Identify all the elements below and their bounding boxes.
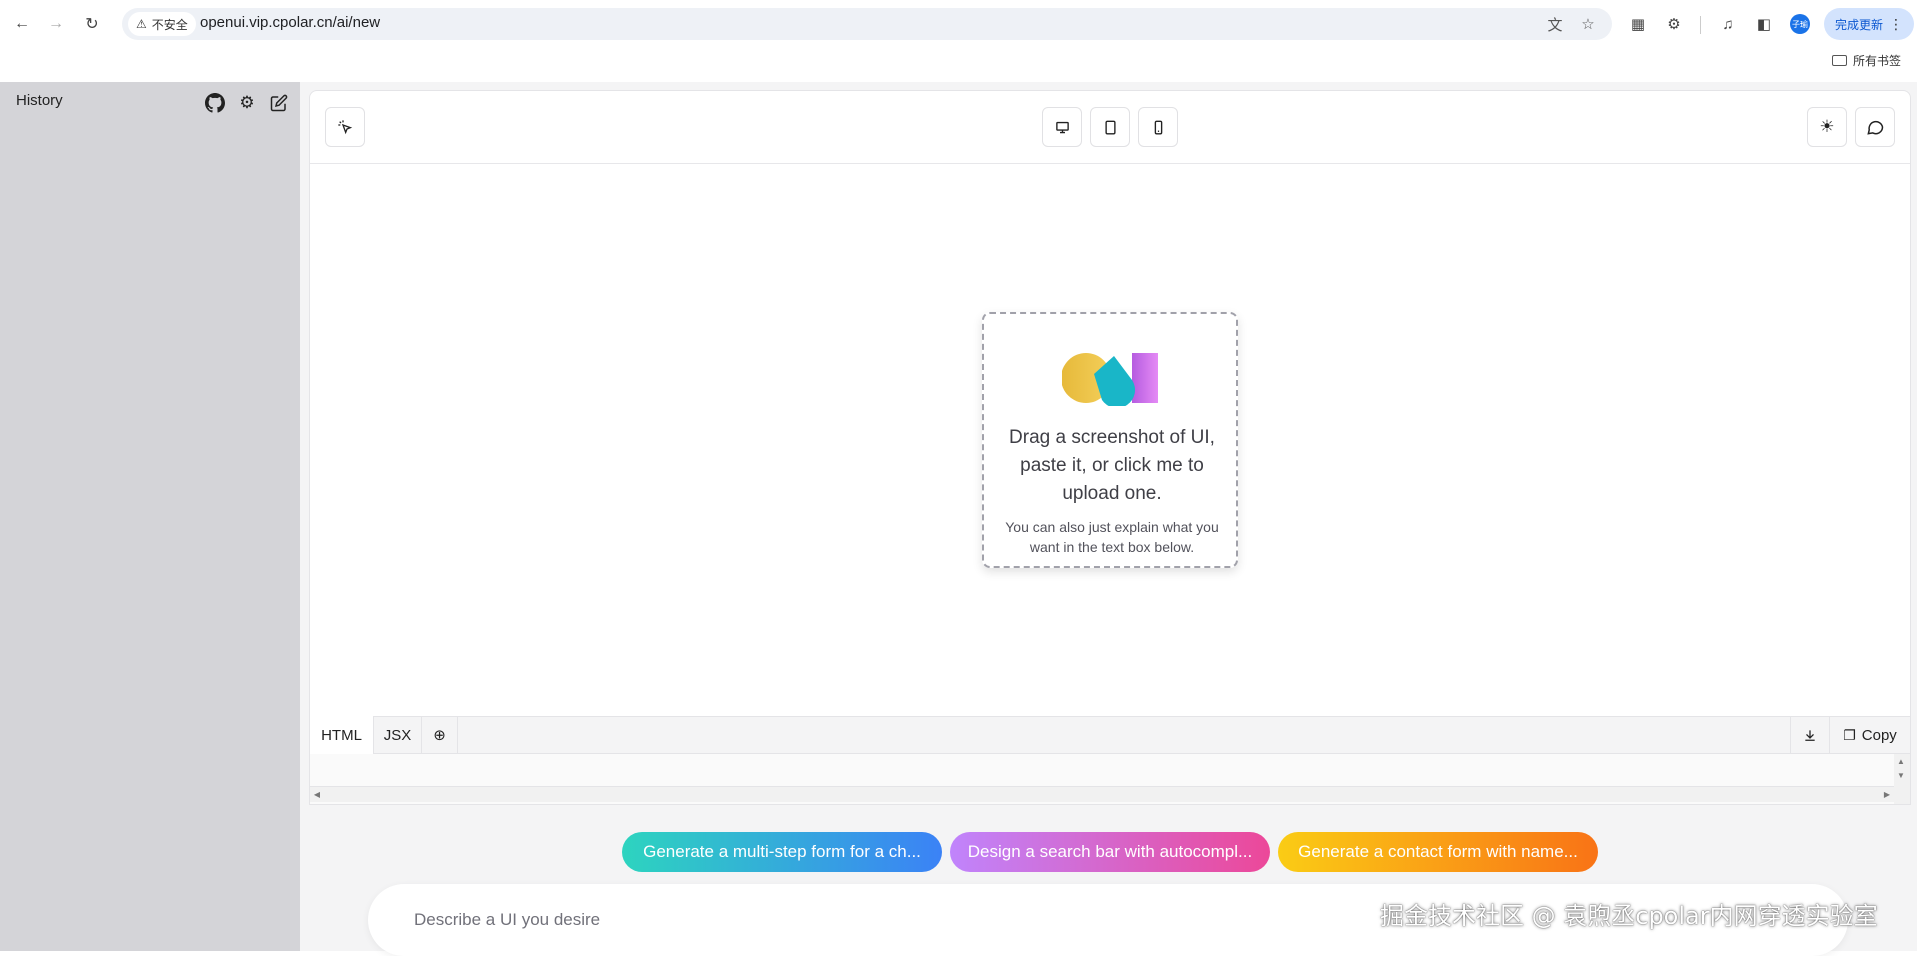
- forward-button[interactable]: →: [42, 10, 70, 38]
- copy-label: Copy: [1861, 726, 1897, 744]
- copy-button[interactable]: ❐ Copy: [1830, 716, 1910, 754]
- url-text[interactable]: openui.vip.cpolar.cn/ai/new: [200, 14, 380, 31]
- new-chat-button[interactable]: [268, 92, 290, 114]
- store-icon: ▦: [1630, 16, 1646, 33]
- history-title: History: [16, 92, 63, 109]
- select-element-button[interactable]: [325, 107, 365, 147]
- side-panel-icon: ◧: [1756, 16, 1772, 33]
- cursor-click-icon: [338, 120, 353, 135]
- desktop-view-button[interactable]: [1042, 107, 1082, 147]
- bookmark-star-button[interactable]: ☆: [1578, 14, 1598, 34]
- github-button[interactable]: [204, 92, 226, 114]
- theme-toggle-button[interactable]: ☀: [1807, 107, 1847, 147]
- watermark: 掘金技术社区 @ 袁煦丞cpolar内网穿透实验室: [1380, 902, 1878, 930]
- bookmarks-label: 所有书签: [1853, 54, 1902, 68]
- tab-jsx[interactable]: JSX: [374, 716, 422, 754]
- scroll-up-icon[interactable]: ▲: [1894, 754, 1908, 768]
- suggestion-chip-contact-form[interactable]: Generate a contact form with name...: [1278, 832, 1598, 872]
- mobile-icon: [1154, 120, 1162, 134]
- scroll-right-icon[interactable]: ▶: [1880, 787, 1894, 801]
- upload-title: Drag a screenshot of UI, paste it, or cl…: [1009, 427, 1215, 504]
- toolbar-divider: [1700, 16, 1701, 34]
- desktop-icon: [1055, 121, 1069, 133]
- more-vertical-icon: ⋮: [1889, 15, 1903, 32]
- vertical-scrollbar[interactable]: ▲ ▼: [1894, 754, 1910, 804]
- upload-subtitle: You can also just explain what you want …: [1005, 519, 1219, 555]
- chat-button[interactable]: [1855, 107, 1895, 147]
- back-button[interactable]: ←: [8, 10, 36, 38]
- github-icon: [205, 93, 225, 113]
- horizontal-scrollbar[interactable]: ◀ ▶: [310, 786, 1894, 802]
- reload-icon: ↻: [85, 16, 99, 33]
- gear-icon: ⚙: [239, 93, 255, 112]
- chat-bubble-icon: [1867, 120, 1884, 135]
- scroll-down-icon[interactable]: ▼: [1894, 768, 1908, 782]
- tablet-icon: [1104, 120, 1116, 134]
- download-button[interactable]: [1790, 716, 1830, 754]
- update-button[interactable]: 完成更新 ⋮: [1824, 8, 1914, 40]
- security-indicator[interactable]: ⚠ 不安全: [128, 12, 196, 36]
- sun-icon: ☀: [1819, 117, 1835, 136]
- media-controls-button[interactable]: ♫: [1716, 12, 1740, 36]
- warning-icon: ⚠: [136, 17, 147, 31]
- profile-avatar[interactable]: 子瑜: [1790, 14, 1810, 34]
- suggestion-chip-multistep-form[interactable]: Generate a multi-step form for a ch...: [622, 832, 942, 872]
- copy-icon: ❐: [1843, 726, 1856, 743]
- plus-circle-icon: ⊕: [433, 727, 446, 744]
- security-label: 不安全: [151, 17, 188, 32]
- extensions-button[interactable]: ⚙: [1662, 12, 1686, 36]
- update-label: 完成更新: [1834, 17, 1883, 32]
- download-icon: [1805, 730, 1815, 741]
- edit-icon: [270, 94, 288, 112]
- reload-button[interactable]: ↻: [78, 10, 106, 38]
- arrow-right-icon: →: [48, 15, 64, 32]
- upload-dropzone[interactable]: Drag a screenshot of UI, paste it, or cl…: [982, 312, 1238, 568]
- translate-button[interactable]: 文: [1545, 14, 1565, 34]
- scroll-left-icon[interactable]: ◀: [310, 787, 324, 801]
- code-tab-bar: [310, 716, 1910, 754]
- side-panel-button[interactable]: ◧: [1752, 12, 1776, 36]
- sidebar: [0, 82, 300, 951]
- suggestion-chip-search-bar[interactable]: Design a search bar with autocompl...: [950, 832, 1270, 872]
- music-queue-icon: ♫: [1722, 15, 1734, 33]
- toolbar-divider: [310, 163, 1910, 164]
- translate-icon: 文: [1547, 16, 1563, 34]
- all-bookmarks-button[interactable]: 所有书签: [1832, 52, 1901, 69]
- arrow-left-icon: ←: [14, 15, 30, 32]
- puzzle-icon: ⚙: [1667, 16, 1681, 33]
- tablet-view-button[interactable]: [1090, 107, 1130, 147]
- settings-button[interactable]: ⚙: [236, 92, 258, 114]
- folder-icon: [1832, 55, 1847, 66]
- mobile-view-button[interactable]: [1138, 107, 1178, 147]
- extension-store-button[interactable]: ▦: [1626, 12, 1650, 36]
- add-framework-button[interactable]: ⊕: [422, 716, 458, 754]
- star-icon: ☆: [1581, 16, 1595, 33]
- tab-html[interactable]: HTML: [310, 716, 374, 754]
- upload-illustration-icon: [1062, 353, 1158, 406]
